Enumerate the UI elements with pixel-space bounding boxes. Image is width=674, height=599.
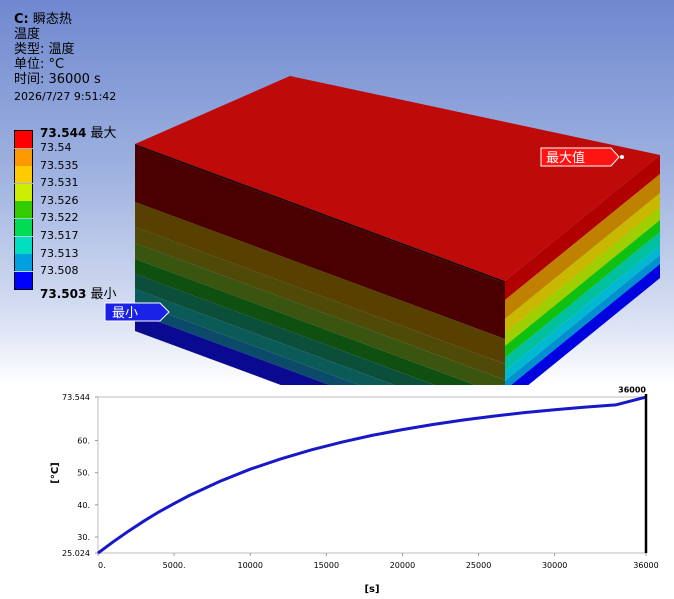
x-tick-label: 5000.	[163, 561, 186, 570]
probe-max[interactable]: 最大值	[540, 147, 624, 167]
series-line	[97, 395, 647, 555]
y-tick-label: 30.	[77, 533, 90, 542]
y-tick-label: 25.024	[62, 549, 90, 558]
y-axis-label: [°C]	[50, 462, 61, 483]
time-marker-label: 36000	[618, 386, 646, 395]
x-tick-label: 0.	[98, 561, 106, 570]
y-tick-label: 40.	[77, 501, 90, 510]
temperature-history-chart[interactable]: 25.024 30. 40. 50. 60. 73.544 0. 5000. 10000 150…	[0, 385, 674, 599]
x-tick-label: 15000	[314, 561, 339, 570]
x-tick-label: 10000	[237, 561, 262, 570]
x-tick-label: 30000	[542, 561, 567, 570]
probe-max-dot	[620, 155, 624, 159]
x-tick-label: 25000	[466, 561, 491, 570]
probe-min-label: 最小	[112, 306, 138, 321]
x-axis-label: [s]	[364, 584, 379, 595]
thermal-model[interactable]: 最大值 最小	[0, 0, 674, 385]
y-tick-label: 50.	[77, 469, 90, 478]
y-tick-label: 73.544	[62, 393, 90, 402]
y-axis-ticks: 25.024 30. 40. 50. 60. 73.544	[62, 393, 98, 558]
x-axis-ticks: 0. 5000. 10000 15000 20000 25000 30000 36000	[97, 553, 659, 570]
probe-min[interactable]: 最小	[104, 302, 170, 322]
x-tick-label: 20000	[390, 561, 415, 570]
probe-max-label: 最大值	[546, 150, 585, 166]
model-viewport[interactable]: C: 瞬态热 温度 类型: 温度 单位: °C 时间: 36000 s 2026…	[0, 0, 674, 385]
y-tick-label: 60.	[77, 437, 90, 446]
x-tick-label: 36000	[633, 561, 658, 570]
